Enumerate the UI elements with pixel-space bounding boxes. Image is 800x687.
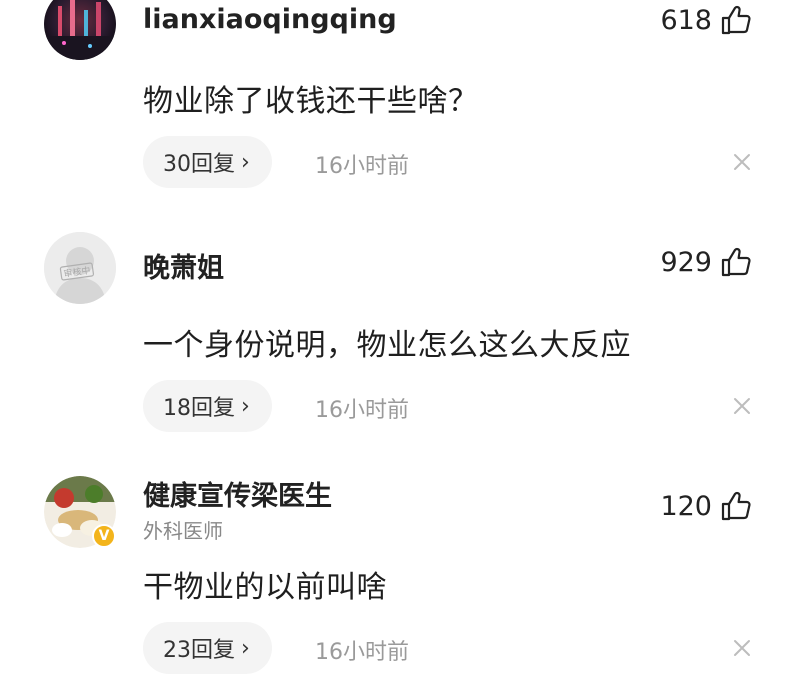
- comment-item-3: V 健康宣传梁医生 外科医师 120 干物业的以前叫啥 23回复 › 16小时前: [0, 470, 800, 687]
- reply-count: 23回复: [163, 638, 235, 663]
- reply-count: 18回复: [163, 396, 235, 421]
- comment-text: 物业除了收钱还干些啥？: [143, 84, 479, 119]
- replies-button[interactable]: 30回复 ›: [143, 136, 272, 188]
- timestamp: 16小时前: [315, 398, 409, 423]
- timestamp: 16小时前: [315, 640, 409, 665]
- avatar-placeholder: 审核中: [44, 232, 116, 304]
- user-avatar[interactable]: V: [44, 476, 116, 548]
- username[interactable]: lianxiaoqingqing: [143, 4, 397, 35]
- user-avatar[interactable]: [44, 0, 116, 60]
- thumbs-up-icon: [720, 246, 752, 278]
- like-button[interactable]: 929: [660, 246, 752, 278]
- chevron-right-icon: ›: [241, 393, 250, 419]
- chevron-right-icon: ›: [241, 149, 250, 175]
- close-button[interactable]: [730, 636, 754, 660]
- like-count: 120: [660, 490, 712, 522]
- chevron-right-icon: ›: [241, 635, 250, 661]
- comment-text: 干物业的以前叫啥: [143, 570, 387, 605]
- replies-button[interactable]: 23回复 ›: [143, 622, 272, 674]
- close-icon: [734, 640, 750, 656]
- comment-text: 一个身份说明，物业怎么这么大反应: [143, 328, 631, 363]
- username[interactable]: 晚萧姐: [143, 246, 224, 285]
- close-icon: [734, 154, 750, 170]
- username[interactable]: 健康宣传梁医生: [143, 474, 332, 513]
- timestamp: 16小时前: [315, 154, 409, 179]
- user-title: 外科医师: [143, 519, 223, 543]
- comment-item-2: 审核中 晚萧姐 929 一个身份说明，物业怎么这么大反应 18回复 › 16小时…: [0, 228, 800, 448]
- replies-button[interactable]: 18回复 ›: [143, 380, 272, 432]
- like-button[interactable]: 618: [660, 4, 752, 36]
- verified-badge: V: [92, 524, 116, 548]
- like-count: 618: [660, 4, 712, 36]
- reply-count: 30回复: [163, 152, 235, 177]
- close-icon: [734, 398, 750, 414]
- avatar-image: [44, 0, 116, 60]
- thumbs-up-icon: [720, 490, 752, 522]
- comment-item-1: lianxiaoqingqing 618 物业除了收钱还干些啥？ 30回复 › …: [0, 0, 800, 200]
- thumbs-up-icon: [720, 4, 752, 36]
- like-button[interactable]: 120: [660, 490, 752, 522]
- close-button[interactable]: [730, 394, 754, 418]
- user-avatar[interactable]: 审核中: [44, 232, 116, 304]
- like-count: 929: [660, 246, 712, 278]
- close-button[interactable]: [730, 150, 754, 174]
